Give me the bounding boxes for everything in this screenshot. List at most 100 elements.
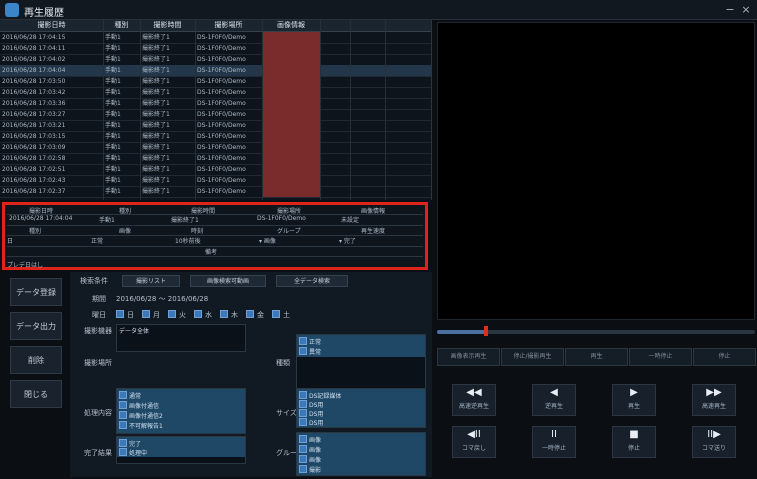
- table-cell: DS-1F0F0/Demo: [197, 188, 246, 195]
- play-button[interactable]: ▶ 再生: [612, 384, 656, 416]
- table-cell: 手動1: [105, 177, 121, 184]
- table-cell: [262, 175, 320, 186]
- minimize-button[interactable]: −: [723, 3, 737, 17]
- table-cell: DS-1F0F0/Demo: [197, 111, 246, 118]
- period-label: 期間: [92, 295, 106, 303]
- close-panel-button[interactable]: 閉じる: [10, 380, 62, 408]
- table-cell: [350, 186, 385, 197]
- day-checkbox[interactable]: [168, 310, 176, 318]
- kind-list[interactable]: 正常 異常: [296, 334, 426, 390]
- column-header[interactable]: [350, 20, 385, 31]
- player-mode-button[interactable]: 停止: [693, 348, 756, 366]
- list-checkbox[interactable]: [299, 400, 307, 408]
- column-header[interactable]: 種別: [103, 20, 140, 31]
- stop-button[interactable]: ■ 停止: [612, 426, 656, 458]
- list-checkbox[interactable]: [299, 445, 307, 453]
- list-checkbox[interactable]: [299, 391, 307, 399]
- list-checkbox[interactable]: [299, 337, 307, 345]
- day-checkbox[interactable]: [116, 310, 124, 318]
- period-field[interactable]: 2016/06/28 〜 2016/06/28: [116, 294, 208, 304]
- detail-value: DS-1F0F0/Demo: [257, 215, 306, 222]
- camera-label: 撮影機器: [84, 327, 112, 335]
- play-icon: ▶: [630, 387, 638, 398]
- list-item: 撮影: [309, 467, 322, 474]
- image-search-button[interactable]: 画像検索可動画: [190, 275, 266, 287]
- pause-button[interactable]: II 一時停止: [532, 426, 576, 458]
- table-cell: [262, 43, 320, 54]
- day-label-text: 月: [153, 311, 160, 319]
- data-export-button[interactable]: データ出力: [10, 312, 62, 340]
- table-cell: DS-1F0F0/Demo: [197, 56, 246, 63]
- list-checkbox[interactable]: [299, 435, 307, 443]
- table-cell: [385, 175, 431, 186]
- all-data-search-button[interactable]: 全データ検索: [276, 275, 348, 287]
- table-cell: [320, 109, 350, 120]
- table-cell: DS-1F0F0/Demo: [197, 133, 246, 140]
- reverse-button[interactable]: ◀ 逆再生: [532, 384, 576, 416]
- table-cell: [350, 54, 385, 65]
- fast-forward-button[interactable]: ▶▶ 高速再生: [692, 384, 736, 416]
- delete-button[interactable]: 削除: [10, 346, 62, 374]
- table-cell: 手動1: [105, 45, 121, 52]
- group-list[interactable]: 画像 画像 画像 撮影: [296, 432, 426, 476]
- day-label-text: 水: [205, 311, 212, 319]
- table-row[interactable]: 2016/06/28 17:02:37 手動1 撮影終了1 DS-1F0F0/Demo: [0, 186, 431, 198]
- table-cell: 撮影終了1: [142, 100, 170, 107]
- table-cell: 2016/06/28 17:03:09: [2, 144, 66, 151]
- close-button[interactable]: ×: [739, 3, 753, 17]
- history-table[interactable]: 撮影日時 種別 撮影時間 撮影場所 画像情報 2016/06/28 17:04:15 手動…: [0, 20, 432, 200]
- record-detail-panel: 撮影日時 種別 撮影時間 撮影場所 画像情報 2016/06/28 17:04:04 手動1…: [2, 202, 428, 270]
- day-checkbox[interactable]: [272, 310, 280, 318]
- list-checkbox[interactable]: [299, 347, 307, 355]
- shot-list-button[interactable]: 撮影リスト: [122, 275, 180, 287]
- camera-list[interactable]: データ全体: [116, 324, 246, 352]
- step-forward-button[interactable]: II▶ コマ送り: [692, 426, 736, 458]
- column-header[interactable]: 画像情報: [262, 20, 320, 31]
- video-viewer[interactable]: [437, 22, 755, 320]
- list-checkbox[interactable]: [299, 409, 307, 417]
- day-checkbox[interactable]: [142, 310, 150, 318]
- column-header[interactable]: 撮影場所: [195, 20, 262, 31]
- day-checkbox[interactable]: [220, 310, 228, 318]
- column-divider: [350, 20, 351, 200]
- size-list[interactable]: DS記録媒体 DS用 DS用 DS用: [296, 388, 426, 428]
- detail-divider: [7, 235, 423, 236]
- player-mode-button[interactable]: 画像表示再生: [437, 348, 500, 366]
- result-list[interactable]: 完了 処理中: [116, 436, 246, 464]
- day-checkbox[interactable]: [194, 310, 202, 318]
- table-cell: [385, 186, 431, 197]
- fast-reverse-button[interactable]: ◀◀ 高速逆再生: [452, 384, 496, 416]
- player-mode-button[interactable]: 再生: [565, 348, 628, 366]
- status-list[interactable]: 通常 画像付通信 画像付通信2 不可解報告1: [116, 388, 246, 434]
- list-checkbox[interactable]: [119, 391, 127, 399]
- column-header[interactable]: 撮影時間: [140, 20, 195, 31]
- step-back-button[interactable]: ◀II コマ戻し: [452, 426, 496, 458]
- list-checkbox[interactable]: [119, 421, 127, 429]
- table-cell: [320, 120, 350, 131]
- detail-label: 種別: [29, 228, 42, 235]
- table-cell: [262, 32, 320, 43]
- list-checkbox[interactable]: [119, 401, 127, 409]
- day-label-text: 金: [257, 311, 264, 319]
- player-mode-button[interactable]: 一時停止: [629, 348, 692, 366]
- column-header[interactable]: 撮影日時: [0, 20, 103, 31]
- detail-divider: [7, 214, 423, 215]
- column-header[interactable]: [385, 20, 431, 31]
- list-checkbox[interactable]: [119, 448, 127, 456]
- list-checkbox[interactable]: [119, 439, 127, 447]
- seek-handle[interactable]: [484, 326, 488, 336]
- list-checkbox[interactable]: [299, 465, 307, 473]
- list-checkbox[interactable]: [299, 455, 307, 463]
- table-cell: [350, 43, 385, 54]
- list-checkbox[interactable]: [119, 411, 127, 419]
- column-header[interactable]: [320, 20, 350, 31]
- table-cell: [350, 175, 385, 186]
- table-cell: [262, 87, 320, 98]
- table-cell: DS-1F0F0/Demo: [197, 166, 246, 173]
- day-checkbox[interactable]: [246, 310, 254, 318]
- table-cell: 撮影終了1: [142, 144, 170, 151]
- player-mode-button[interactable]: 停止/撮影再生: [501, 348, 564, 366]
- pause-icon: II: [551, 429, 557, 440]
- list-checkbox[interactable]: [299, 418, 307, 426]
- data-register-button[interactable]: データ登録: [10, 278, 62, 306]
